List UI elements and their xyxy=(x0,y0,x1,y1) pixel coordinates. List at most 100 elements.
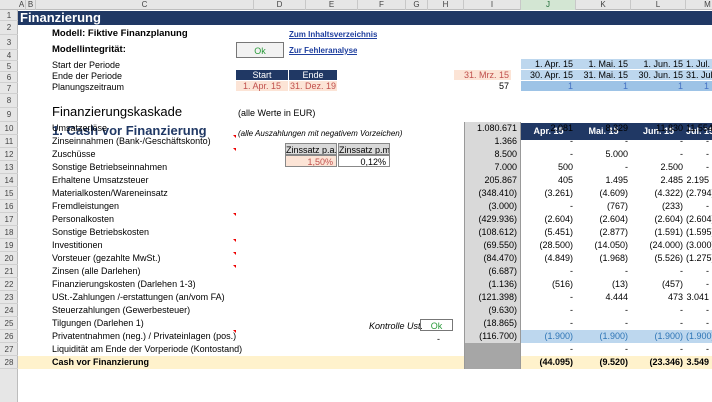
row-header-3[interactable]: 3 xyxy=(0,35,18,50)
row-value-l: (457) xyxy=(661,279,683,289)
sheet-title-band xyxy=(18,11,712,25)
row-header-20[interactable]: 20 xyxy=(0,252,18,265)
row-label: Sonstige Betriebskosten xyxy=(52,227,150,237)
start-date[interactable]: 1. Apr. 15 xyxy=(236,81,288,91)
timeline-index-j: 1 xyxy=(521,81,576,91)
section-title: Finanzierungskaskade xyxy=(52,104,183,119)
row-value-k: (9.520) xyxy=(599,357,628,367)
column-header-e[interactable]: E xyxy=(306,0,358,10)
row-value-l: 11.830 xyxy=(656,123,683,133)
column-header-l[interactable]: L xyxy=(631,0,686,10)
row-header-23[interactable]: 23 xyxy=(0,291,18,304)
column-header-m[interactable]: M xyxy=(686,0,712,10)
comment-indicator-icon[interactable] xyxy=(233,330,236,333)
row-header-17[interactable]: 17 xyxy=(0,213,18,226)
row-header-4[interactable]: 4 xyxy=(0,50,18,61)
row-header-19[interactable]: 19 xyxy=(0,239,18,252)
row-value-k: (13) xyxy=(611,279,628,289)
row-header-7[interactable]: 7 xyxy=(0,83,18,94)
comment-indicator-icon[interactable] xyxy=(233,213,236,216)
row-value-j: (28.500) xyxy=(539,240,573,250)
row-header-2[interactable]: 2 xyxy=(0,21,18,35)
row-value-j: (5.451) xyxy=(544,227,573,237)
column-header-j[interactable]: J xyxy=(521,0,576,10)
row-header-5[interactable]: 5 xyxy=(0,61,18,72)
column-header-a[interactable]: A xyxy=(18,0,26,10)
row-label: Personalkosten xyxy=(52,214,115,224)
row-header-15[interactable]: 15 xyxy=(0,187,18,200)
row-header-12[interactable]: 12 xyxy=(0,148,18,161)
column-header-b[interactable]: B xyxy=(26,0,36,10)
row-header-27[interactable]: 27 xyxy=(0,343,18,356)
row-value-j: (44.095) xyxy=(539,357,573,367)
row-header-9[interactable]: 9 xyxy=(0,108,18,122)
row-value-k: (2.604) xyxy=(599,214,628,224)
row-header-1[interactable]: 1 xyxy=(0,10,18,21)
row-header-11[interactable]: 11 xyxy=(0,135,18,148)
row-label: Sonstige Betriebseinnahmen xyxy=(52,162,168,172)
column-header-d[interactable]: D xyxy=(254,0,306,10)
row-label: Zinsen (alle Darlehen) xyxy=(52,266,141,276)
row-header-8[interactable]: 8 xyxy=(0,94,18,108)
row-value-k: 1.495 xyxy=(605,175,628,185)
row-header-13[interactable]: 13 xyxy=(0,161,18,174)
row-value-j: (516) xyxy=(551,279,573,289)
column-header-i[interactable]: I xyxy=(464,0,521,10)
row-value-k: 4.444 xyxy=(605,292,628,302)
end-header: Ende xyxy=(289,70,337,80)
row-total: 1.080.671 xyxy=(464,122,521,135)
row-header-18[interactable]: 18 xyxy=(0,226,18,239)
row-value-j: 2.081 xyxy=(550,123,573,133)
comment-indicator-icon[interactable] xyxy=(233,252,236,255)
row-header-26[interactable]: 26 xyxy=(0,330,18,343)
interest-rate-pa-value[interactable]: 1,50% xyxy=(285,155,337,167)
column-header-k[interactable]: K xyxy=(576,0,631,10)
row-value-k: - xyxy=(625,162,628,172)
row-header-24[interactable]: 24 xyxy=(0,304,18,317)
row-label: Umsatzerlöse xyxy=(52,123,108,133)
link-error-analysis[interactable]: Zur Fehleranalyse xyxy=(289,46,357,55)
column-header-g[interactable]: G xyxy=(406,0,428,10)
row-value-j: - xyxy=(570,149,573,159)
row-value-l: (4.322) xyxy=(654,188,683,198)
row-label: Fremdleistungen xyxy=(52,201,120,211)
comment-indicator-icon[interactable] xyxy=(233,239,236,242)
comment-indicator-icon[interactable] xyxy=(233,265,236,268)
row-header-25[interactable]: 25 xyxy=(0,317,18,330)
row-value-k: 8.329 xyxy=(605,123,628,133)
row-value-k: 5.000 xyxy=(605,149,628,159)
row-value-m: (3.000) xyxy=(686,240,712,250)
row-value-m: (1.595) xyxy=(686,227,712,237)
section-unit-note: (alle Werte in EUR) xyxy=(238,108,316,118)
row-total xyxy=(464,356,521,369)
row-value-k: - xyxy=(625,136,628,146)
row-value-m: - xyxy=(706,201,709,211)
spreadsheet[interactable]: ABCDEFGHIJKLM 1 2 3 4 5 6 7 8 9 10 11 12 13 14 15 16 17 1… xyxy=(0,0,712,402)
timeline-index-m: 1 xyxy=(686,81,712,91)
comment-indicator-icon[interactable] xyxy=(233,148,236,151)
timeline-start-k: 1. Mai. 15 xyxy=(576,59,631,69)
row-total: (9.630) xyxy=(464,304,521,317)
row-header-21[interactable]: 21 xyxy=(0,265,18,278)
start-period-label: Start der Periode xyxy=(52,60,121,70)
row-value-l: (1.900) xyxy=(631,330,686,343)
row-label: Steuerzahlungen (Gewerbesteuer) xyxy=(52,305,191,315)
row-value-j: - xyxy=(570,344,573,354)
row-header-6[interactable]: 6 xyxy=(0,72,18,83)
comment-indicator-icon[interactable] xyxy=(233,135,236,138)
number-of-periods: 57 xyxy=(498,81,509,91)
row-header-28[interactable]: 28 xyxy=(0,356,18,369)
row-value-m: - xyxy=(706,266,709,276)
column-header-h[interactable]: H xyxy=(428,0,464,10)
column-header-f[interactable]: F xyxy=(358,0,406,10)
timeline-start-m: 1. Jul. 15 xyxy=(686,59,712,69)
row-total: (3.000) xyxy=(464,200,521,213)
end-date[interactable]: 31. Dez. 19 xyxy=(289,81,337,91)
row-header-14[interactable]: 14 xyxy=(0,174,18,187)
row-header-16[interactable]: 16 xyxy=(0,200,18,213)
column-header-c[interactable]: C xyxy=(36,0,254,10)
row-header-10[interactable]: 10 xyxy=(0,122,18,135)
link-table-of-contents[interactable]: Zum Inhaltsverzeichnis xyxy=(289,30,377,39)
row-label: Erhaltene Umsatzsteuer xyxy=(52,175,149,185)
row-header-22[interactable]: 22 xyxy=(0,278,18,291)
